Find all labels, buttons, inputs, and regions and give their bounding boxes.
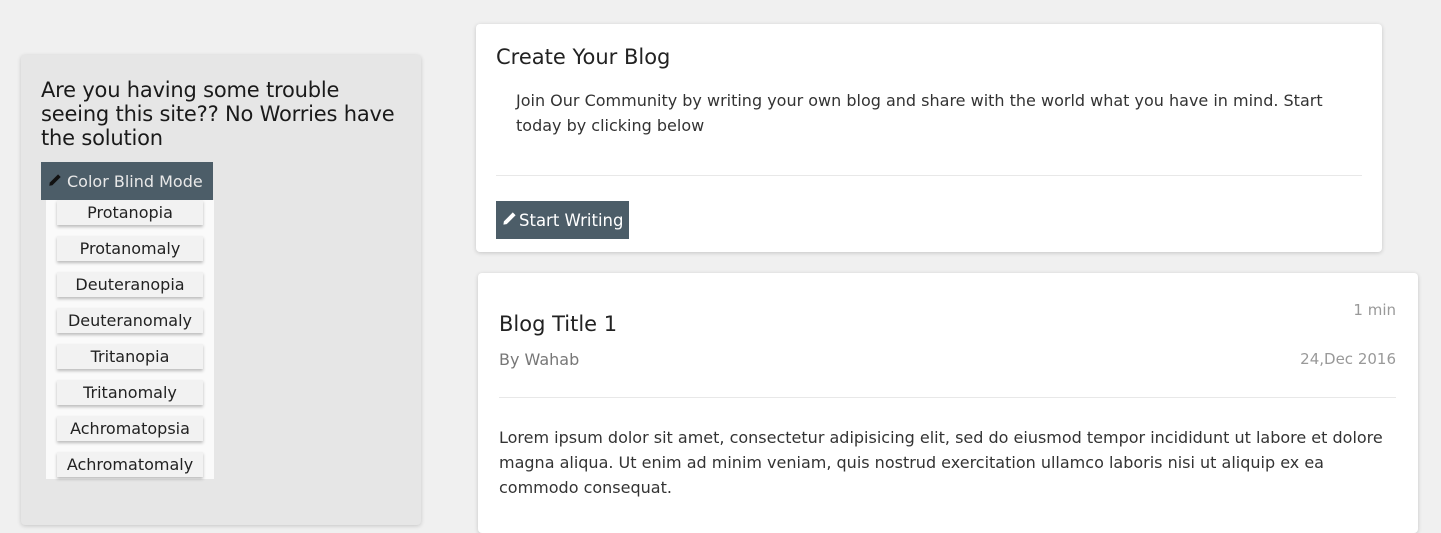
blog-author: By Wahab	[499, 350, 580, 369]
blog-post-card: Blog Title 1 1 min By Wahab 24,Dec 2016 …	[478, 273, 1418, 533]
blog-date: 24,Dec 2016	[1300, 350, 1396, 368]
mode-protanopia[interactable]: Protanopia	[57, 200, 203, 225]
pencil-icon	[502, 211, 517, 230]
color-blind-mode-label: Color Blind Mode	[67, 171, 203, 191]
mode-tritanomaly[interactable]: Tritanomaly	[57, 380, 203, 405]
start-writing-label: Start Writing	[519, 210, 624, 230]
divider	[496, 175, 1362, 176]
accessibility-panel: Are you having some trouble seeing this …	[21, 55, 421, 525]
mode-tritanopia[interactable]: Tritanopia	[57, 344, 203, 369]
blog-post-title[interactable]: Blog Title 1	[499, 312, 617, 336]
blog-post-body: Lorem ipsum dolor sit amet, consectetur …	[499, 428, 1383, 497]
blog-post-header: Blog Title 1 1 min By Wahab 24,Dec 2016	[499, 273, 1396, 397]
mode-deuteranomaly[interactable]: Deuteranomaly	[57, 308, 203, 333]
color-blind-mode-button[interactable]: Color Blind Mode	[41, 162, 213, 200]
mode-protanomaly[interactable]: Protanomaly	[57, 236, 203, 261]
mode-deuteranopia[interactable]: Deuteranopia	[57, 272, 203, 297]
create-blog-card: Create Your Blog Join Our Community by w…	[476, 24, 1382, 252]
accessibility-heading: Are you having some trouble seeing this …	[41, 78, 395, 150]
read-time: 1 min	[1353, 301, 1396, 319]
create-blog-title: Create Your Blog	[496, 45, 671, 69]
pencil-icon	[48, 172, 62, 191]
mode-achromatomaly[interactable]: Achromatomaly	[57, 452, 203, 477]
create-blog-description: Join Our Community by writing your own b…	[516, 91, 1323, 135]
color-blind-mode-list: Protanopia Protanomaly Deuteranopia Deut…	[46, 200, 214, 479]
start-writing-button[interactable]: Start Writing	[496, 201, 630, 239]
divider	[499, 397, 1396, 398]
mode-achromatopsia[interactable]: Achromatopsia	[57, 416, 203, 441]
